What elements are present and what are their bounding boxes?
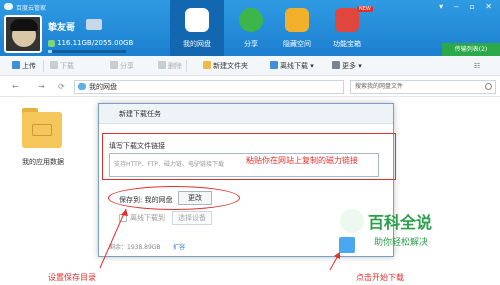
refresh-icon[interactable]: ⟳ — [58, 82, 65, 91]
window-controls[interactable]: ▾ ‒ ▫ ✕ — [439, 2, 496, 11]
annotation-paste-hint: 粘贴你在网站上复制的磁力链接 — [246, 156, 358, 165]
folder-emblem-icon — [32, 124, 52, 136]
annotation-set-dir: 设置保存目录 — [48, 273, 96, 282]
app-header: 百度云管家 挚友哥 116.11GB/2055.00GB 我的网盘 分享 隐藏空… — [0, 0, 500, 56]
watermark-subtitle: 助你轻松解决 — [374, 238, 429, 248]
watermark-title: 百科全说 — [368, 213, 433, 232]
search-input[interactable]: 搜索我的网盘文件 — [350, 80, 496, 94]
toolbar: 上传 下载 分享 删除 新建文件夹 离线下载 ▾ 更多 ▾ ☷ — [0, 56, 500, 76]
quota-text: 116.11GB/2055.00GB — [57, 39, 134, 47]
address-bar: ← → ⟳ 我的网盘 搜索我的网盘文件 — [0, 77, 500, 97]
folder-label[interactable]: 我的应用数据 — [12, 157, 74, 167]
quota-icon — [48, 40, 55, 47]
annotation-save-ellipse — [108, 186, 240, 210]
forward-icon[interactable]: → — [38, 82, 45, 91]
tab-hidden-space[interactable]: 隐藏空间 — [270, 0, 324, 56]
new-badge: NEW — [357, 6, 373, 12]
search-icon[interactable] — [485, 83, 492, 90]
tab-toolbox[interactable]: NEW 功能宝箱 — [320, 0, 374, 56]
share-button[interactable]: 分享 — [110, 60, 134, 72]
tab-my-disk[interactable]: 我的网盘 — [170, 0, 224, 56]
cloud-icon — [185, 8, 209, 32]
offline-download-button[interactable]: 离线下载 ▾ — [270, 60, 314, 72]
dialog-title: 新建下载任务 — [99, 104, 393, 124]
offline-download-icon — [270, 61, 278, 69]
share-small-icon — [110, 61, 118, 69]
app-logo-icon — [4, 3, 13, 10]
quota-bar — [48, 50, 126, 53]
download-button[interactable]: 下载 — [50, 60, 74, 72]
expand-link[interactable]: 扩容 — [173, 242, 185, 251]
disk-icon — [78, 83, 86, 90]
offline-checkbox[interactable] — [119, 214, 127, 222]
username[interactable]: 挚友哥 — [48, 20, 75, 33]
avatar[interactable] — [4, 15, 42, 53]
watermark-logo-icon — [340, 209, 364, 233]
more-button[interactable]: 更多 ▾ — [332, 60, 362, 72]
upload-button[interactable]: 上传 — [12, 60, 36, 72]
view-toggle-icon[interactable]: ☷ — [474, 60, 480, 72]
select-device-button[interactable]: 选择设备 — [172, 211, 212, 225]
lock-icon — [285, 8, 309, 32]
more-icon — [332, 61, 340, 69]
folder-add-icon — [203, 61, 211, 69]
delete-button[interactable]: 删除 — [158, 60, 182, 72]
trash-icon — [158, 61, 166, 69]
back-icon[interactable]: ← — [12, 82, 19, 91]
offline-label: 离线下载到 — [130, 214, 165, 222]
path-breadcrumb[interactable]: 我的网盘 — [74, 80, 344, 94]
toolbox-icon — [335, 8, 359, 32]
share-icon — [239, 8, 263, 32]
new-folder-button[interactable]: 新建文件夹 — [203, 60, 248, 72]
watermark: 百科全说 助你轻松解决 — [340, 205, 470, 255]
annotation-click-start: 点击开始下载 — [356, 273, 404, 282]
transfer-list-button[interactable]: 传输列表(2) — [442, 43, 500, 56]
download-icon — [50, 61, 58, 69]
app-title: 百度云管家 — [16, 5, 47, 12]
upload-icon — [12, 61, 20, 69]
vip-icon[interactable] — [86, 19, 102, 30]
remaining-space: 剩余：1938.89GB — [109, 244, 161, 251]
